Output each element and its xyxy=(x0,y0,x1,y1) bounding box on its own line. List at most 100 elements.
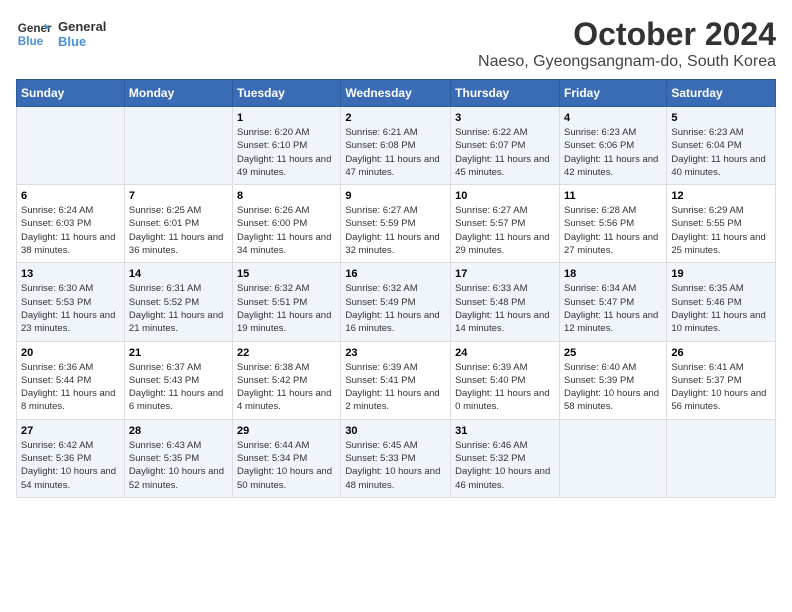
day-number: 21 xyxy=(129,347,228,359)
day-detail: Sunrise: 6:40 AMSunset: 5:39 PMDaylight:… xyxy=(564,361,662,414)
day-number: 4 xyxy=(564,112,662,124)
day-detail: Sunrise: 6:23 AMSunset: 6:06 PMDaylight:… xyxy=(564,126,662,179)
day-detail: Sunrise: 6:38 AMSunset: 5:42 PMDaylight:… xyxy=(237,361,336,414)
sunset-text: Sunset: 5:43 PM xyxy=(129,374,228,387)
daylight-text: Daylight: 11 hours and 36 minutes. xyxy=(129,231,228,258)
day-detail: Sunrise: 6:20 AMSunset: 6:10 PMDaylight:… xyxy=(237,126,336,179)
header-day-saturday: Saturday xyxy=(667,80,776,107)
sunrise-text: Sunrise: 6:30 AM xyxy=(21,282,120,295)
calendar-week-row: 13 Sunrise: 6:30 AMSunset: 5:53 PM Dayligh… xyxy=(17,263,776,341)
sunrise-text: Sunrise: 6:37 AM xyxy=(129,361,228,374)
daylight-text: Daylight: 11 hours and 2 minutes. xyxy=(345,387,446,414)
sunset-text: Sunset: 5:53 PM xyxy=(21,296,120,309)
daylight-text: Daylight: 11 hours and 8 minutes. xyxy=(21,387,120,414)
daylight-text: Daylight: 10 hours and 52 minutes. xyxy=(129,465,228,492)
header: General Blue General Blue October 2024 N… xyxy=(16,16,776,71)
sunset-text: Sunset: 5:51 PM xyxy=(237,296,336,309)
day-number: 24 xyxy=(455,347,555,359)
svg-text:General: General xyxy=(18,22,52,35)
sunrise-text: Sunrise: 6:32 AM xyxy=(237,282,336,295)
day-number: 20 xyxy=(21,347,120,359)
calendar-cell: 8 Sunrise: 6:26 AMSunset: 6:00 PMDaylight… xyxy=(233,185,341,263)
logo: General Blue General Blue xyxy=(16,16,106,52)
sunset-text: Sunset: 6:00 PM xyxy=(237,217,336,230)
sunset-text: Sunset: 5:55 PM xyxy=(671,217,771,230)
day-detail: Sunrise: 6:44 AMSunset: 5:34 PMDaylight:… xyxy=(237,439,336,492)
day-detail: Sunrise: 6:29 AMSunset: 5:55 PMDaylight:… xyxy=(671,204,771,257)
calendar-cell: 22Sunrise: 6:38 AMSunset: 5:42 PMDayligh… xyxy=(233,341,341,419)
daylight-text: Daylight: 11 hours and 21 minutes. xyxy=(129,309,228,336)
daylight-text: Daylight: 11 hours and 40 minutes. xyxy=(671,153,771,180)
sunset-text: Sunset: 5:49 PM xyxy=(345,296,446,309)
sunset-text: Sunset: 5:37 PM xyxy=(671,374,771,387)
day-number: 2 xyxy=(345,112,446,124)
daylight-text: Daylight: 11 hours and 29 minutes. xyxy=(455,231,555,258)
sunrise-text: Sunrise: 6:35 AM xyxy=(671,282,771,295)
day-detail: Sunrise: 6:21 AMSunset: 6:08 PMDaylight:… xyxy=(345,126,446,179)
calendar-cell: 6Sunrise: 6:24 AMSunset: 6:03 PMDaylight… xyxy=(17,185,125,263)
calendar-cell xyxy=(17,107,125,185)
daylight-text: Daylight: 11 hours and 19 minutes. xyxy=(237,309,336,336)
daylight-text: Daylight: 11 hours and 42 minutes. xyxy=(564,153,662,180)
sunset-text: Sunset: 5:48 PM xyxy=(455,296,555,309)
day-detail: Sunrise: 6:27 AMSunset: 5:59 PMDaylight:… xyxy=(345,204,446,257)
sunset-text: Sunset: 5:47 PM xyxy=(564,296,662,309)
sunset-text: Sunset: 6:04 PM xyxy=(671,139,771,152)
daylight-text: Daylight: 10 hours and 50 minutes. xyxy=(237,465,336,492)
sunset-text: Sunset: 5:36 PM xyxy=(21,452,120,465)
calendar-week-row: 1 Sunrise: 6:20 AMSunset: 6:10 PMDaylight… xyxy=(17,107,776,185)
daylight-text: Daylight: 11 hours and 12 minutes. xyxy=(564,309,662,336)
calendar-week-row: 27Sunrise: 6:42 AMSunset: 5:36 PMDayligh… xyxy=(17,419,776,497)
day-number: 8 xyxy=(237,190,336,202)
calendar-cell: 23Sunrise: 6:39 AMSunset: 5:41 PMDayligh… xyxy=(341,341,451,419)
calendar-cell: 20Sunrise: 6:36 AMSunset: 5:44 PMDayligh… xyxy=(17,341,125,419)
calendar-cell: 13Sunrise: 6:30 AMSunset: 5:53 PMDayligh… xyxy=(17,263,125,341)
day-detail: Sunrise: 6:37 AMSunset: 5:43 PMDaylight:… xyxy=(129,361,228,414)
svg-text:Blue: Blue xyxy=(18,35,44,48)
sunset-text: Sunset: 6:03 PM xyxy=(21,217,120,230)
day-detail: Sunrise: 6:45 AMSunset: 5:33 PMDaylight:… xyxy=(345,439,446,492)
day-detail: Sunrise: 6:43 AMSunset: 5:35 PMDaylight:… xyxy=(129,439,228,492)
daylight-text: Daylight: 11 hours and 25 minutes. xyxy=(671,231,771,258)
month-title: October 2024 xyxy=(478,16,776,53)
sunrise-text: Sunrise: 6:23 AM xyxy=(671,126,771,139)
daylight-text: Daylight: 10 hours and 46 minutes. xyxy=(455,465,555,492)
calendar-week-row: 20Sunrise: 6:36 AMSunset: 5:44 PMDayligh… xyxy=(17,341,776,419)
sunrise-text: Sunrise: 6:31 AM xyxy=(129,282,228,295)
calendar-cell: 27Sunrise: 6:42 AMSunset: 5:36 PMDayligh… xyxy=(17,419,125,497)
daylight-text: Daylight: 11 hours and 38 minutes. xyxy=(21,231,120,258)
daylight-text: Daylight: 11 hours and 27 minutes. xyxy=(564,231,662,258)
day-detail: Sunrise: 6:22 AMSunset: 6:07 PMDaylight:… xyxy=(455,126,555,179)
day-number: 19 xyxy=(671,268,771,280)
sunrise-text: Sunrise: 6:26 AM xyxy=(237,204,336,217)
sunset-text: Sunset: 5:41 PM xyxy=(345,374,446,387)
day-number: 10 xyxy=(455,190,555,202)
day-number: 30 xyxy=(345,425,446,437)
day-number: 14 xyxy=(129,268,228,280)
calendar-header-row: SundayMondayTuesdayWednesdayThursdayFrid… xyxy=(17,80,776,107)
calendar-cell: 14Sunrise: 6:31 AMSunset: 5:52 PMDayligh… xyxy=(124,263,232,341)
daylight-text: Daylight: 11 hours and 14 minutes. xyxy=(455,309,555,336)
sunset-text: Sunset: 5:35 PM xyxy=(129,452,228,465)
sunrise-text: Sunrise: 6:43 AM xyxy=(129,439,228,452)
sunrise-text: Sunrise: 6:28 AM xyxy=(564,204,662,217)
logo-icon: General Blue xyxy=(16,16,52,52)
day-number: 13 xyxy=(21,268,120,280)
daylight-text: Daylight: 11 hours and 4 minutes. xyxy=(237,387,336,414)
calendar-cell: 12Sunrise: 6:29 AMSunset: 5:55 PMDayligh… xyxy=(667,185,776,263)
day-number: 1 xyxy=(237,112,336,124)
day-number: 15 xyxy=(237,268,336,280)
sunrise-text: Sunrise: 6:27 AM xyxy=(345,204,446,217)
sunset-text: Sunset: 5:56 PM xyxy=(564,217,662,230)
day-detail: Sunrise: 6:39 AMSunset: 5:40 PMDaylight:… xyxy=(455,361,555,414)
daylight-text: Daylight: 11 hours and 34 minutes. xyxy=(237,231,336,258)
day-number: 18 xyxy=(564,268,662,280)
calendar-cell: 4 Sunrise: 6:23 AMSunset: 6:06 PMDaylight… xyxy=(559,107,666,185)
header-day-thursday: Thursday xyxy=(451,80,560,107)
sunset-text: Sunset: 5:46 PM xyxy=(671,296,771,309)
day-detail: Sunrise: 6:32 AMSunset: 5:49 PMDaylight:… xyxy=(345,282,446,335)
sunrise-text: Sunrise: 6:20 AM xyxy=(237,126,336,139)
daylight-text: Daylight: 11 hours and 32 minutes. xyxy=(345,231,446,258)
calendar-cell xyxy=(559,419,666,497)
daylight-text: Daylight: 10 hours and 58 minutes. xyxy=(564,387,662,414)
